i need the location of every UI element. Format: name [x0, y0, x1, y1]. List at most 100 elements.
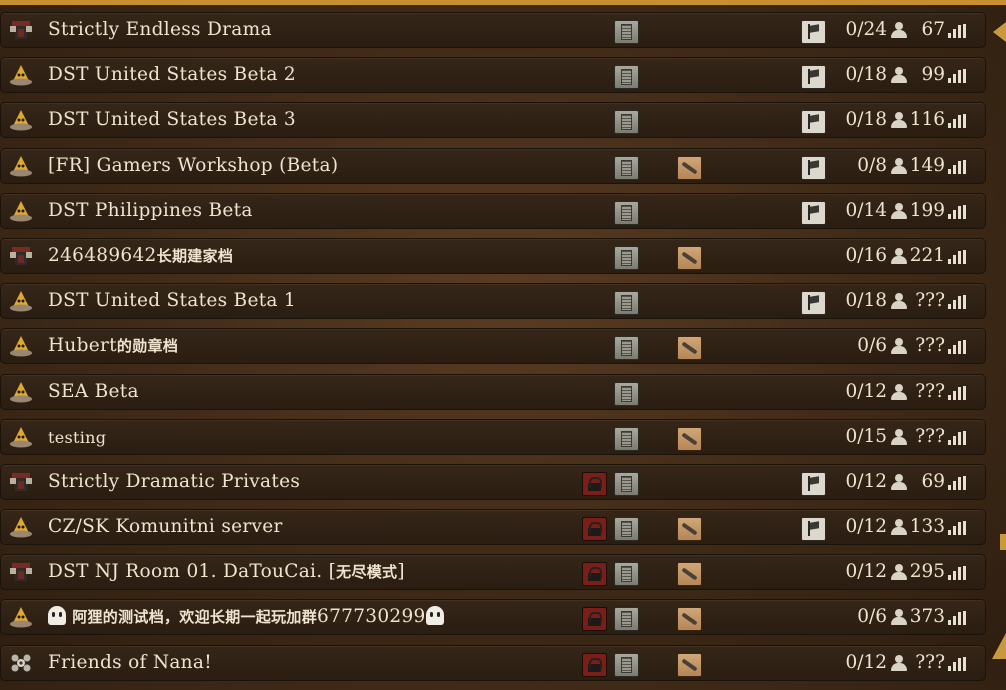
server-list: Strictly Endless Drama 0/24 67 DST United S… — [0, 12, 986, 690]
server-row[interactable]: DST United States Beta 3 0/18 116 — [0, 102, 986, 139]
server-name: DST United States Beta 2 — [48, 64, 297, 86]
ping-value: 199 — [909, 199, 945, 221]
password-lock-icon — [582, 562, 607, 587]
survival-icon — [9, 154, 33, 178]
player-count: 0/18 — [845, 64, 887, 86]
pvp-flag-icon — [801, 200, 826, 225]
ping-value: 133 — [909, 516, 945, 538]
signal-bars-icon — [948, 340, 968, 355]
signal-bars-icon — [948, 566, 968, 581]
mods-wrench-icon — [677, 245, 702, 270]
server-name: Strictly Endless Drama — [48, 19, 272, 40]
survival-icon — [9, 380, 33, 404]
dedicated-server-icon — [614, 381, 639, 406]
ping-value: 221 — [909, 244, 945, 266]
password-lock-icon — [582, 607, 607, 632]
player-count: 0/18 — [845, 109, 887, 131]
survival-icon — [9, 63, 33, 87]
server-name: 246489642长期建家档 — [48, 244, 234, 266]
server-row[interactable]: testing 0/15??? — [0, 418, 986, 455]
server-name: DST NJ Room 01. DaTouCai. [无尽模式] — [48, 561, 405, 583]
pvp-flag-icon — [801, 517, 826, 542]
scroll-down-arrow-icon[interactable] — [992, 633, 1006, 659]
ping-value: ??? — [915, 425, 945, 447]
player-count: 0/12 — [845, 380, 887, 402]
scrollbar-thumb[interactable] — [1000, 534, 1006, 550]
dedicated-server-icon — [614, 471, 639, 496]
signal-bars-icon — [948, 159, 968, 174]
pvp-flag-icon — [801, 110, 826, 135]
mods-wrench-icon — [677, 607, 702, 632]
signal-bars-icon — [948, 430, 968, 445]
signal-bars-icon — [948, 475, 968, 490]
signal-bars-icon — [948, 385, 968, 400]
pvp-flag-icon — [801, 471, 826, 496]
mods-wrench-icon — [677, 336, 702, 361]
server-row[interactable]: DST United States Beta 1 0/18??? — [0, 283, 986, 320]
server-row[interactable]: Hubert的勋章档 0/6??? — [0, 328, 986, 365]
wilderness-icon — [9, 560, 33, 584]
pvp-flag-icon — [801, 20, 826, 44]
server-name: [FR] Gamers Workshop (Beta) — [48, 154, 339, 176]
ping-value: 99 — [921, 64, 945, 86]
server-name: DST Philippines Beta — [48, 199, 253, 221]
server-row[interactable]: Friends of Nana! 0/12??? — [0, 644, 986, 681]
dedicated-server-icon — [614, 110, 639, 135]
signal-bars-icon — [948, 114, 968, 129]
player-count: 0/12 — [845, 516, 887, 538]
player-count: 0/24 — [845, 19, 887, 40]
ping-value: 295 — [909, 561, 945, 583]
server-row[interactable]: 阿狸的测试档，欢迎长期一起玩加群677730299 0/6 373 — [0, 599, 986, 636]
server-row[interactable]: 246489642长期建家档 0/16 221 — [0, 237, 986, 274]
server-name: Strictly Dramatic Privates — [48, 470, 301, 492]
server-row[interactable]: DST Philippines Beta 0/14 199 — [0, 192, 986, 229]
ghost-icon — [425, 606, 444, 626]
ghost-icon — [48, 606, 66, 626]
server-row[interactable]: SEA Beta 0/12??? — [0, 373, 986, 410]
mods-wrench-icon — [677, 652, 702, 677]
pvp-flag-icon — [801, 155, 826, 180]
dedicated-server-icon — [614, 65, 639, 90]
server-row[interactable]: CZ/SK Komunitni server 0/12 133 — [0, 509, 986, 546]
mods-wrench-icon — [677, 426, 702, 451]
server-row[interactable]: DST United States Beta 2 0/18 99 — [0, 57, 986, 94]
password-lock-icon — [582, 471, 607, 496]
ping-value: 373 — [909, 606, 945, 628]
survival-icon — [9, 605, 33, 629]
player-count: 0/12 — [845, 470, 887, 492]
server-name: Hubert的勋章档 — [48, 335, 179, 357]
player-count: 0/12 — [845, 561, 887, 583]
server-name: 阿狸的测试档，欢迎长期一起玩加群677730299 — [48, 606, 444, 627]
server-name: SEA Beta — [48, 380, 139, 402]
signal-bars-icon — [948, 69, 968, 84]
dedicated-server-icon — [614, 336, 639, 361]
player-count: 0/8 — [857, 154, 887, 176]
player-count: 0/18 — [845, 290, 887, 312]
scroll-up-arrow-icon[interactable] — [993, 22, 1006, 42]
ping-value: 149 — [909, 154, 945, 176]
player-count: 0/6 — [857, 606, 887, 628]
survival-icon — [9, 108, 33, 132]
pvp-flag-icon — [801, 65, 826, 90]
dedicated-server-icon — [614, 517, 639, 542]
survival-icon — [9, 425, 33, 449]
ping-value: ??? — [915, 290, 945, 312]
ping-value: 116 — [909, 109, 945, 131]
wilderness-icon — [9, 18, 33, 42]
server-name: Friends of Nana! — [48, 651, 212, 673]
dedicated-server-icon — [614, 291, 639, 316]
server-row[interactable]: Strictly Dramatic Privates 0/12 69 — [0, 463, 986, 500]
endless-icon — [9, 651, 33, 675]
player-count: 0/14 — [845, 199, 887, 221]
server-row[interactable]: Strictly Endless Drama 0/24 67 — [0, 12, 986, 48]
player-count: 0/6 — [857, 335, 887, 357]
player-count: 0/15 — [845, 425, 887, 447]
signal-bars-icon — [948, 295, 968, 310]
dedicated-server-icon — [614, 652, 639, 677]
server-name: CZ/SK Komunitni server — [48, 516, 283, 538]
server-row[interactable]: DST NJ Room 01. DaTouCai. [无尽模式] 0/12 295 — [0, 554, 986, 591]
wilderness-icon — [9, 244, 33, 268]
server-row[interactable]: [FR] Gamers Workshop (Beta) 0/8 149 — [0, 147, 986, 184]
password-lock-icon — [582, 517, 607, 542]
ping-value: 67 — [921, 19, 945, 40]
